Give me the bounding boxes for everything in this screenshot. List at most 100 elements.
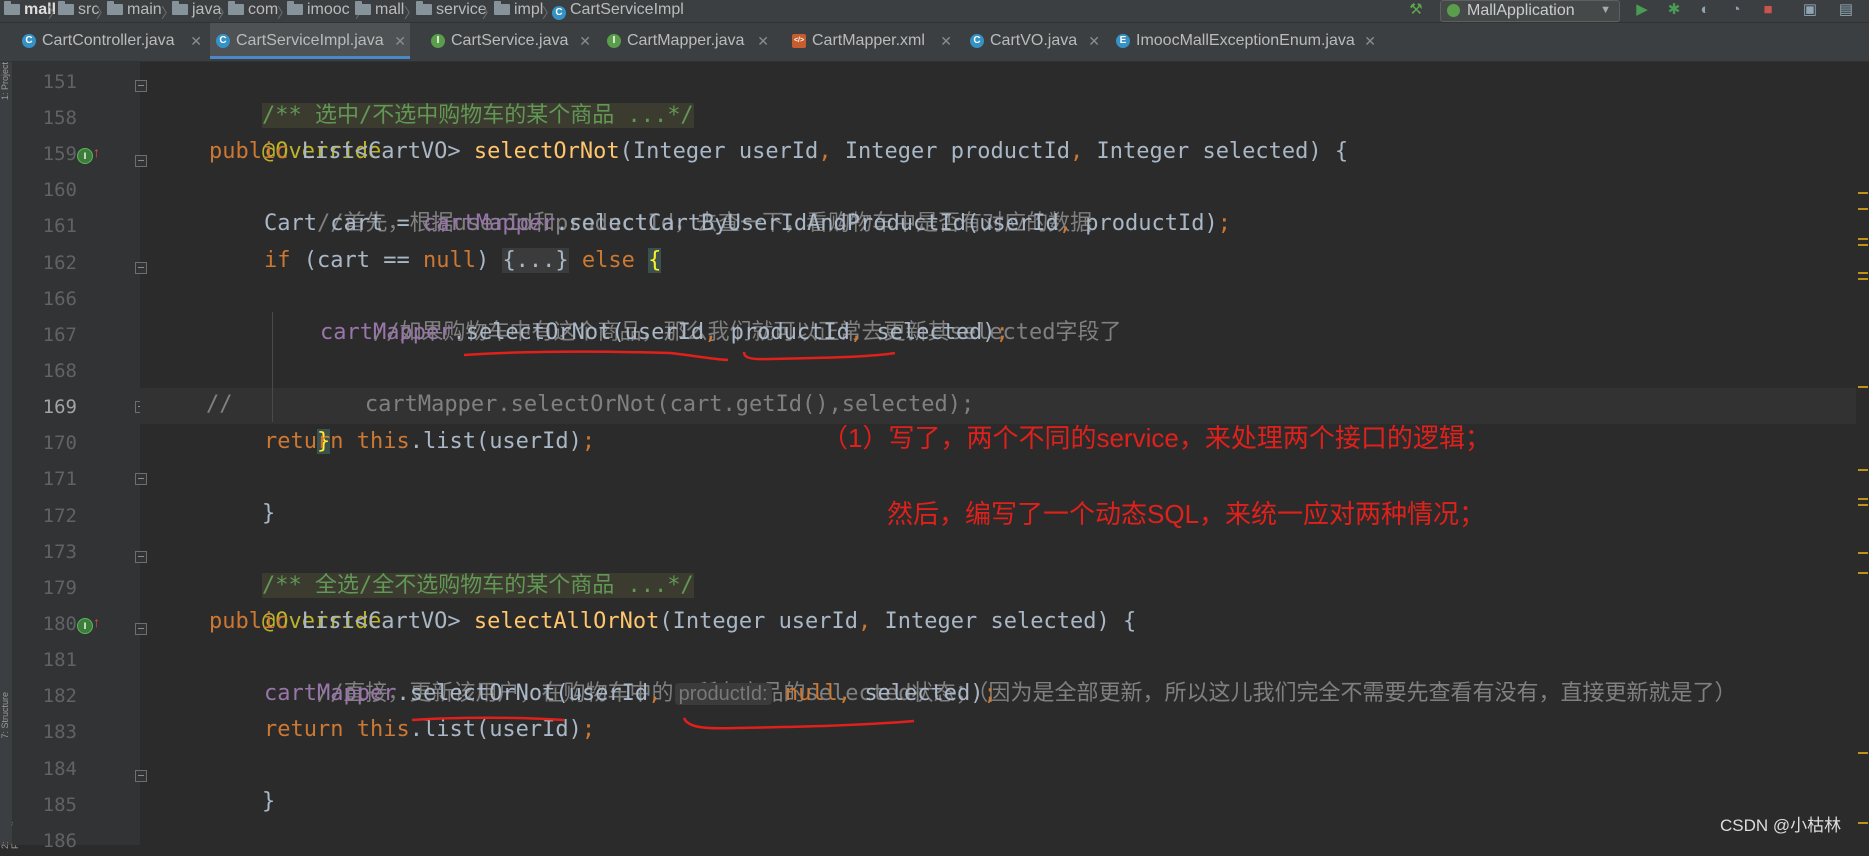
tab-cart-service-impl[interactable]: C CartServiceImpl.java ✕ (210, 23, 410, 59)
spring-boot-icon (1447, 4, 1460, 17)
folder-icon (172, 1, 188, 15)
debug-icon[interactable]: ✱ (1664, 0, 1684, 20)
warning-marker[interactable] (1858, 572, 1868, 574)
error-stripe[interactable] (1856, 62, 1869, 845)
close-icon[interactable]: ✕ (1088, 23, 1100, 59)
breadcrumb-src[interactable]: src (58, 0, 99, 22)
folder-icon (355, 1, 371, 15)
build-hammer-icon[interactable]: ⚒ (1406, 0, 1426, 20)
run-configuration-dropdown[interactable]: MallApplication ▼ (1440, 0, 1620, 22)
line-number: 179 (42, 577, 77, 599)
breadcrumb-class[interactable]: C CartServiceImpl (552, 0, 684, 22)
warning-marker[interactable] (1858, 386, 1868, 388)
profile-icon[interactable]: ◔ (1726, 0, 1746, 20)
tab-cart-vo[interactable]: C CartVO.java ✕ (964, 23, 1104, 59)
warning-marker[interactable] (1858, 469, 1868, 471)
project-structure-icon[interactable]: ▣ (1800, 0, 1820, 20)
folder-icon (416, 1, 432, 15)
xml-file-icon: </> (792, 34, 806, 48)
enum-icon: E (1116, 34, 1130, 48)
structure-tool-button[interactable]: 7: Structure (0, 692, 10, 739)
warning-marker[interactable] (1858, 192, 1868, 194)
warning-marker[interactable] (1858, 208, 1868, 210)
breadcrumb-main[interactable]: main (107, 0, 162, 22)
folder-icon (228, 1, 244, 15)
layout-icon[interactable]: ▤ (1836, 0, 1856, 20)
line-number: 182 (42, 685, 77, 707)
breadcrumb-com[interactable]: com (228, 0, 278, 22)
line-number: 184 (42, 758, 77, 780)
folded-block[interactable]: {...} (502, 248, 569, 273)
coverage-icon[interactable]: ◐ (1695, 0, 1715, 20)
run-icon[interactable]: ▶ (1632, 0, 1652, 20)
tab-cart-mapper-xml[interactable]: </> CartMapper.xml ✕ (786, 23, 956, 59)
tab-cart-controller[interactable]: C CartController.java ✕ (16, 23, 206, 59)
close-icon[interactable]: ✕ (757, 23, 769, 59)
code-line-162: if (cart == null) {...} else { (264, 248, 662, 273)
line-number-current: 169 (42, 396, 77, 418)
code-line-159: public List<CartVO> selectOrNot(Integer … (209, 139, 1349, 164)
warning-marker[interactable] (1858, 752, 1868, 754)
class-icon: C (216, 34, 230, 48)
code-line-182: cartMapper.selectOrNot(userId, productId… (264, 681, 997, 706)
line-number: 160 (42, 179, 77, 201)
line-number: 158 (42, 107, 77, 129)
warning-marker[interactable] (1858, 498, 1868, 500)
interface-icon: I (607, 34, 621, 48)
implements-icon[interactable]: I (77, 148, 93, 164)
folder-icon (494, 1, 510, 15)
tab-cart-service[interactable]: I CartService.java ✕ (425, 23, 595, 59)
warning-marker[interactable] (1858, 244, 1868, 246)
red-underline-182 (411, 716, 915, 730)
code-line-171: } (261, 501, 276, 526)
red-underline-167 (463, 350, 896, 362)
warning-marker[interactable] (1858, 278, 1868, 280)
warning-marker[interactable] (1858, 504, 1868, 506)
line-number: 159 (42, 143, 77, 165)
annotation-note-2: 然后，编写了一个动态SQL，来统一应对两种情况； (887, 499, 1486, 529)
class-icon: C (22, 34, 36, 48)
breadcrumb-service[interactable]: service (416, 0, 487, 22)
tab-exception-enum[interactable]: E ImoocMallExceptionEnum.java ✕ (1110, 23, 1380, 59)
close-icon[interactable]: ✕ (394, 23, 406, 59)
arrow-up-icon: ↑ (93, 614, 100, 630)
tool-window-strip: 1: Project 7: Structure 2: Favorites (0, 62, 20, 849)
line-number: 185 (42, 794, 77, 816)
close-icon[interactable]: ✕ (190, 23, 202, 59)
code-line-151: /** 选中/不选中购物车的某个商品 ...*/ (261, 103, 694, 128)
line-number: 162 (42, 252, 77, 274)
warning-marker[interactable] (1858, 272, 1868, 274)
line-number: 166 (42, 288, 77, 310)
breadcrumb-impl[interactable]: impl (494, 0, 543, 22)
implements-icon[interactable]: I (77, 618, 93, 634)
line-number: 183 (42, 721, 77, 743)
folder-icon (58, 1, 74, 15)
code-line-166: //如果购物车中有这个商品，那么我们就可以正常去更新其selected字段了 (372, 320, 1122, 345)
tab-cart-mapper-java[interactable]: I CartMapper.java ✕ (601, 23, 773, 59)
project-folder-icon (4, 1, 20, 15)
code-line-158: @Override (261, 139, 382, 164)
close-icon[interactable]: ✕ (940, 23, 952, 59)
line-number: 151 (42, 71, 77, 93)
code-line-180: public List<CartVO> selectAllOrNot(Integ… (209, 609, 1137, 634)
line-number: 173 (42, 541, 77, 563)
interface-icon: I (431, 34, 445, 48)
breadcrumb-imooc[interactable]: imooc (287, 0, 350, 22)
stop-icon[interactable]: ■ (1758, 0, 1778, 20)
navigation-bar: mall 〉 src 〉 main 〉 java 〉 com 〉 imooc 〉… (0, 0, 1869, 23)
watermark: CSDN @小枯林 (1720, 816, 1842, 835)
warning-marker[interactable] (1858, 822, 1868, 824)
close-icon[interactable]: ✕ (579, 23, 591, 59)
arrow-up-icon: ↑ (93, 144, 100, 160)
breadcrumb-java[interactable]: java (172, 0, 221, 22)
editor-gutter: 151 158 159 160 161 162 166 167 168 169 … (13, 62, 140, 852)
project-tool-button[interactable]: 1: Project (0, 62, 10, 100)
close-icon[interactable]: ✕ (1364, 23, 1376, 59)
class-icon: C (970, 34, 984, 48)
breadcrumb-mall[interactable]: mall (355, 0, 404, 22)
code-line-170: return this.list(userId); (264, 429, 596, 454)
warning-marker[interactable] (1858, 238, 1868, 240)
line-number: 170 (42, 432, 77, 454)
editor-tab-bar: C CartController.java ✕ C CartServiceImp… (0, 23, 1869, 62)
warning-marker[interactable] (1858, 552, 1868, 554)
